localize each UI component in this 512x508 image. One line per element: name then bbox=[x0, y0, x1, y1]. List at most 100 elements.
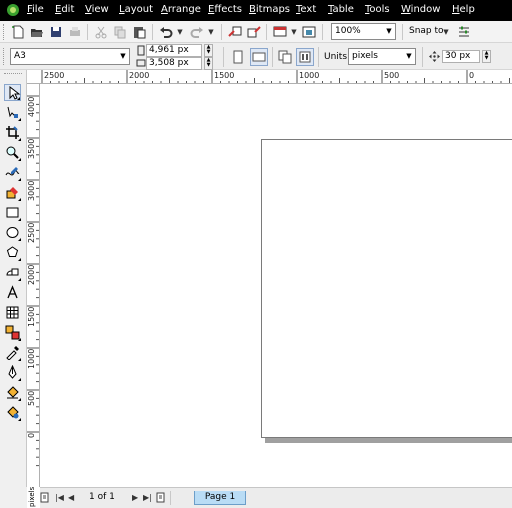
snap-to-dropdown-arrow[interactable]: ▼ bbox=[442, 25, 450, 39]
export-icon[interactable] bbox=[246, 24, 262, 40]
ellipse-tool[interactable] bbox=[4, 224, 21, 241]
vertical-ruler-label: 0 bbox=[27, 432, 36, 438]
chevron-down-icon[interactable]: ▼ bbox=[403, 49, 415, 64]
app-icon[interactable] bbox=[6, 3, 20, 17]
open-folder-icon[interactable] bbox=[29, 24, 45, 40]
welcome-screen-icon[interactable] bbox=[301, 24, 317, 40]
menu-window[interactable]: Window bbox=[401, 4, 440, 15]
new-document-icon[interactable] bbox=[10, 24, 26, 40]
menu-arrange[interactable]: Arrange bbox=[161, 4, 201, 15]
page-count: 1 of 1 bbox=[89, 492, 115, 502]
redo-icon[interactable] bbox=[189, 24, 205, 40]
cut-icon[interactable] bbox=[93, 24, 109, 40]
text-tool[interactable] bbox=[4, 284, 21, 301]
undo-dropdown-arrow[interactable]: ▼ bbox=[176, 25, 184, 39]
chevron-down-icon[interactable]: ▼ bbox=[383, 24, 395, 39]
vertical-ruler[interactable]: 4000 3500 3000 2500 2000 1500 1000 500 0 bbox=[27, 84, 40, 487]
add-page-before-icon[interactable] bbox=[40, 492, 50, 503]
toolbox-grip[interactable] bbox=[4, 73, 22, 74]
portrait-icon[interactable] bbox=[230, 49, 246, 65]
height-spinner[interactable]: ▲ ▼ bbox=[204, 57, 213, 70]
interactive-effects-tool[interactable] bbox=[4, 324, 21, 341]
snap-to-button[interactable]: Snap to bbox=[409, 26, 444, 36]
menu-layout[interactable]: Layout bbox=[119, 4, 153, 15]
interactive-fill-tool[interactable] bbox=[4, 404, 21, 421]
launcher-dropdown-arrow[interactable]: ▼ bbox=[290, 25, 298, 39]
horizontal-ruler[interactable]: 2500 2000 1500 1000 500 0 bbox=[30, 70, 512, 84]
flyout-indicator bbox=[18, 118, 21, 121]
paste-icon[interactable] bbox=[131, 24, 147, 40]
application-launcher-icon[interactable] bbox=[272, 24, 288, 40]
page-width-field[interactable]: 4,961 px bbox=[146, 44, 202, 57]
last-page-icon[interactable]: ▶| bbox=[143, 493, 152, 502]
document-page[interactable] bbox=[261, 139, 512, 438]
menu-table[interactable]: Table bbox=[328, 4, 354, 15]
all-pages-icon[interactable] bbox=[277, 49, 293, 65]
previous-page-icon[interactable]: ◀ bbox=[68, 493, 74, 502]
table-tool[interactable] bbox=[4, 304, 21, 321]
standard-toolbar: ▼ ▼ ▼ 100% ▼ Snap to ▼ bbox=[0, 21, 512, 43]
flyout-indicator bbox=[18, 138, 21, 141]
page-size-combo[interactable]: A3 ▼ bbox=[10, 48, 130, 65]
copy-icon[interactable] bbox=[112, 24, 128, 40]
save-icon[interactable] bbox=[48, 24, 64, 40]
current-page-icon[interactable] bbox=[296, 48, 314, 66]
menu-text[interactable]: Text bbox=[296, 4, 316, 15]
horizontal-ruler-label: 1000 bbox=[299, 71, 320, 80]
ruler-unit-label: pixels bbox=[27, 487, 40, 508]
nudge-field[interactable]: 30 px bbox=[442, 50, 480, 63]
zoom-tool[interactable] bbox=[4, 144, 21, 161]
add-page-after-icon[interactable] bbox=[156, 492, 166, 503]
toolbar-grip[interactable] bbox=[3, 24, 6, 40]
nudge-value: 30 px bbox=[445, 51, 471, 61]
menu-bitmaps[interactable]: Bitmaps bbox=[249, 4, 290, 15]
basic-shapes-tool[interactable] bbox=[4, 264, 21, 281]
flyout-indicator bbox=[17, 97, 20, 100]
vertical-ruler-label: 1500 bbox=[27, 306, 36, 327]
rectangle-tool[interactable] bbox=[4, 204, 21, 221]
page-tab-1[interactable]: Page 1 bbox=[194, 491, 246, 505]
menu-effects[interactable]: Effects bbox=[208, 4, 242, 15]
horizontal-ruler-label: 500 bbox=[384, 71, 400, 80]
fill-tool[interactable] bbox=[4, 384, 21, 401]
smart-fill-tool[interactable] bbox=[4, 184, 21, 201]
menu-edit[interactable]: Edit bbox=[55, 4, 74, 15]
flyout-indicator bbox=[18, 358, 21, 361]
redo-dropdown-arrow[interactable]: ▼ bbox=[207, 25, 215, 39]
separator bbox=[221, 24, 222, 40]
page-size-value: A3 bbox=[14, 51, 26, 61]
landscape-icon[interactable] bbox=[250, 48, 268, 66]
page-height-icon bbox=[136, 59, 146, 67]
options-icon[interactable] bbox=[456, 24, 472, 40]
next-page-icon[interactable]: ▶ bbox=[132, 493, 138, 502]
flyout-indicator bbox=[18, 278, 21, 281]
import-icon[interactable] bbox=[227, 24, 243, 40]
freehand-tool[interactable] bbox=[4, 164, 21, 181]
eyedropper-tool[interactable] bbox=[4, 344, 21, 361]
print-icon[interactable] bbox=[67, 24, 83, 40]
menu-view[interactable]: View bbox=[85, 4, 109, 15]
vertical-ruler-label: 4000 bbox=[27, 96, 36, 117]
page-height-field[interactable]: 3,508 px bbox=[146, 57, 202, 70]
menu-tools[interactable]: Tools bbox=[365, 4, 390, 15]
chevron-down-icon[interactable]: ▼ bbox=[117, 49, 129, 64]
polygon-tool[interactable] bbox=[4, 244, 21, 261]
zoom-level-value: 100% bbox=[335, 26, 361, 36]
undo-icon[interactable] bbox=[158, 24, 174, 40]
page-width-icon bbox=[137, 45, 145, 56]
nudge-spinner[interactable]: ▲ ▼ bbox=[482, 50, 491, 63]
horizontal-ruler-label: 1500 bbox=[214, 71, 235, 80]
first-page-icon[interactable]: |◀ bbox=[55, 493, 64, 502]
zoom-level-combo[interactable]: 100% ▼ bbox=[331, 23, 396, 40]
table-grid-icon bbox=[6, 306, 19, 319]
units-combo[interactable]: pixels ▼ bbox=[348, 48, 416, 65]
page-width-value: 4,961 px bbox=[149, 45, 189, 55]
crop-tool[interactable] bbox=[4, 124, 21, 141]
outline-pen-tool[interactable] bbox=[4, 364, 21, 381]
menu-help[interactable]: Help bbox=[452, 4, 475, 15]
pick-tool[interactable] bbox=[4, 84, 21, 101]
width-spinner[interactable]: ▲ ▼ bbox=[204, 44, 213, 57]
shape-tool[interactable] bbox=[4, 104, 21, 121]
toolbar-grip[interactable] bbox=[3, 48, 6, 65]
menu-file[interactable]: File bbox=[27, 4, 44, 15]
